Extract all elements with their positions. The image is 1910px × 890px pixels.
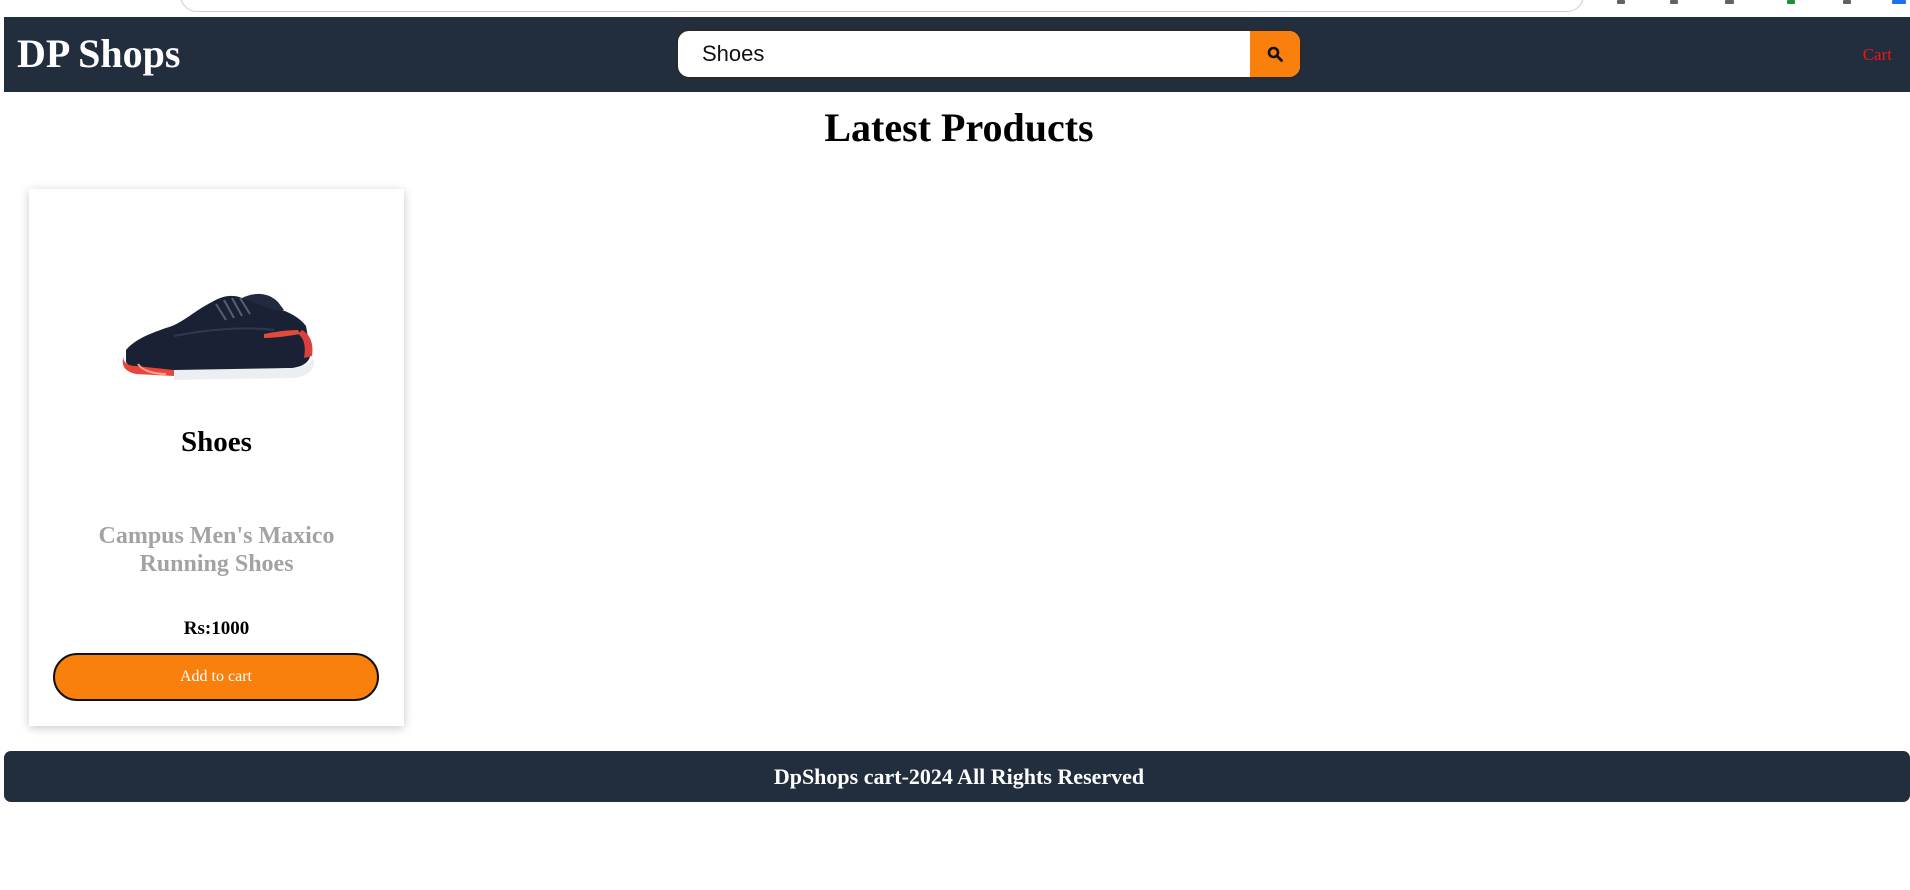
add-to-cart-button[interactable]: Add to cart: [53, 653, 379, 701]
footer-copyright: DpShops cart-2024 All Rights Reserved: [773, 764, 1145, 789]
product-price: Rs:1000: [183, 618, 250, 639]
search-icon: [1267, 46, 1283, 62]
browser-profile-icon[interactable]: [1892, 0, 1906, 4]
search-bar: [676, 29, 1302, 79]
browser-extension-icon[interactable]: [1617, 0, 1625, 4]
footer: DpShops cart-2024 All Rights Reserved: [4, 751, 1910, 802]
product-card: Shoes Campus Men's Maxico Running Shoes …: [29, 189, 404, 726]
browser-extension-icon[interactable]: [1670, 0, 1678, 4]
browser-address-bar[interactable]: [180, 0, 1584, 12]
browser-toolbar: [0, 0, 1910, 17]
search-button[interactable]: [1250, 31, 1300, 77]
browser-extension-icon[interactable]: [1787, 0, 1795, 4]
navbar: DP Shops Cart: [4, 17, 1910, 92]
page-title: Latest Products: [824, 105, 1094, 150]
cart-link[interactable]: Cart: [1863, 45, 1892, 65]
brand-logo[interactable]: DP Shops: [17, 31, 180, 77]
browser-extension-icon[interactable]: [1725, 0, 1734, 4]
running-shoe-image[interactable]: [114, 274, 319, 389]
search-input[interactable]: [678, 31, 1250, 77]
product-name: Shoes: [181, 426, 252, 458]
browser-extension-icon[interactable]: [1843, 0, 1851, 4]
product-description: Campus Men's Maxico Running Shoes: [98, 523, 335, 577]
